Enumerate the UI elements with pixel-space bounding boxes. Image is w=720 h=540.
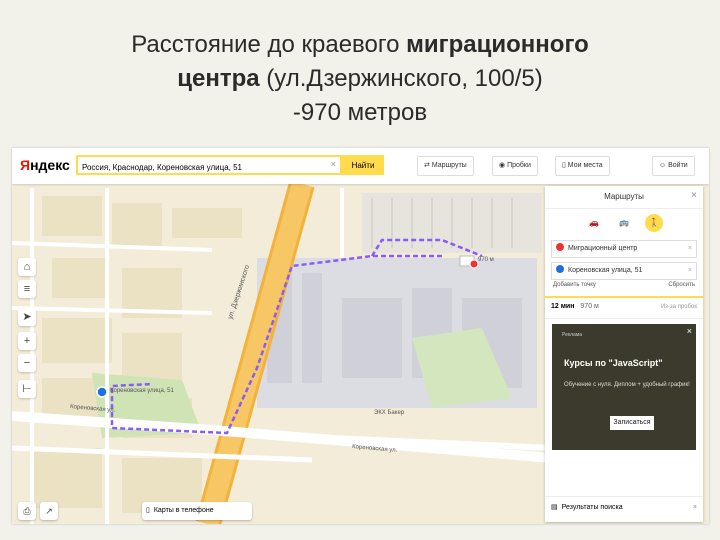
route-point-b[interactable]: Кореновская улица, 51 × [551,262,697,280]
ad-banner[interactable]: Реклама × Курсы по "JavaScript" Обучение… [552,324,696,450]
marker-a-distance-label: 970 м [478,257,494,263]
map-screenshot: ул. Дзержинского Кореновская ул. Коренов… [12,148,709,524]
reset-link[interactable]: Сбросить [668,282,695,288]
title-line-1: Расстояние до краевого миграционного [131,31,589,58]
locate-icon[interactable]: ➤ [18,308,36,326]
point-b-clear-icon[interactable]: × [688,263,692,279]
yandex-logo[interactable]: Яндекс [20,157,70,173]
ad-close-icon[interactable]: × [687,326,692,336]
route-result[interactable]: 12 мин 970 м Из-за пробок [545,296,703,319]
search-box: × [76,155,342,176]
bus-mode-icon[interactable]: 🚌 [615,214,633,232]
walk-mode-icon[interactable]: 🚶 [645,214,663,232]
user-icon: ☺ [659,162,669,169]
route-point-a[interactable]: Миграционный центр × [551,240,697,258]
route-note: Из-за пробок [660,304,697,310]
ruler-icon[interactable]: ⊢ [18,380,36,398]
phone-icon: ▯ [146,507,150,514]
poi-label: ЭКХ Бакер [374,410,405,416]
point-a-icon [556,243,564,251]
find-button[interactable]: Найти [342,155,384,175]
car-mode-icon[interactable]: 🚗 [585,214,603,232]
share-icon[interactable]: ↗ [40,502,58,520]
route-panel-header: Маршруты × [545,186,703,209]
ad-title: Курсы по "JavaScript" [564,358,663,368]
title-line-3: -970 метров [292,99,428,126]
search-clear-icon[interactable]: × [331,159,336,169]
slide-title: Расстояние до краевого миграционного цен… [0,28,720,130]
title-line-2: центра (ул.Дзержинского, 100/5) [177,65,543,92]
my-places-button[interactable]: ▯ Мои места [555,156,610,176]
zoom-in-icon[interactable]: + [18,332,36,350]
routes-button[interactable]: ⇄ Маршруты [417,156,474,176]
phone-maps-link[interactable]: ▯ Карты в телефоне [142,502,252,520]
route-panel-title: Маршруты [604,192,644,201]
route-icon: ⇄ [424,162,432,169]
marker-b-label: Кореновская улица, 51 [110,388,174,394]
traffic-button[interactable]: ◉ Пробки [492,156,538,176]
results-icon: ▤ [551,504,558,511]
route-panel: Маршруты × 🚗 🚌 🚶 Миграционный центр × Ко… [545,186,703,522]
point-a-clear-icon[interactable]: × [688,241,692,257]
point-b-icon [556,265,564,273]
login-button[interactable]: ☺ Войти [652,156,695,176]
close-icon[interactable]: × [691,190,697,201]
ad-enroll-button[interactable]: Записаться [610,416,654,430]
add-point-link[interactable]: Добавить точку [553,282,596,288]
top-bar: Яндекс × Найти ⇄ Маршруты ◉ Пробки ▯ Мои… [12,148,709,184]
layers-icon[interactable]: ≡ [18,280,36,298]
route-distance: 970 м [580,303,599,310]
ad-subtitle: Обучение с нуля. Диплом + удобный график… [564,382,690,388]
route-time: 12 мин [551,303,575,310]
search-input[interactable] [78,159,326,176]
traffic-icon: ◉ [499,162,508,169]
print-icon[interactable]: ⎙ [18,502,36,520]
zoom-out-icon[interactable]: − [18,354,36,372]
results-close-icon[interactable]: × [693,497,697,519]
home-icon[interactable]: ⌂ [18,258,36,276]
search-results-bar[interactable]: ▤ Результаты поиска × [545,496,703,519]
ad-tag: Реклама [562,332,583,338]
